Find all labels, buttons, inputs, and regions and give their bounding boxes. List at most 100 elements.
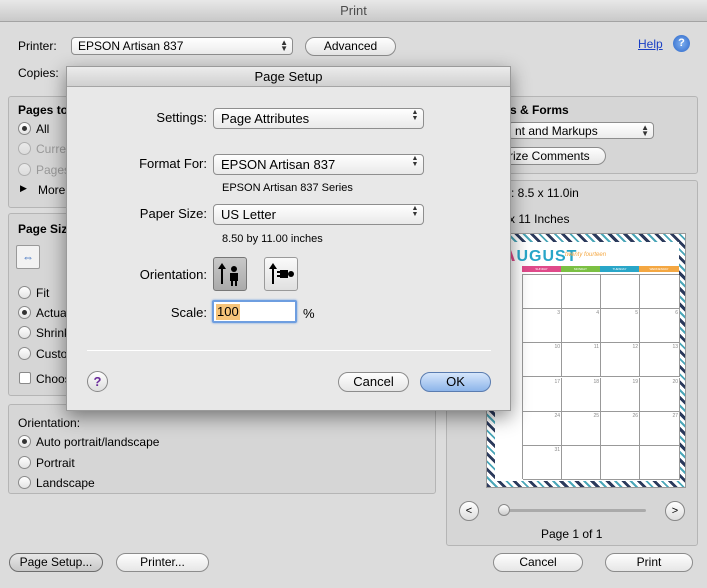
printer-label: Printer: (18, 39, 57, 53)
calendar-cell: 10 (523, 343, 562, 378)
calendar-cell: 12 (601, 343, 640, 378)
auto-orientation-label: Auto portrait/landscape (36, 435, 160, 449)
disclosure-triangle-icon[interactable]: ▶ (20, 183, 27, 194)
prev-page-button[interactable]: < (459, 501, 479, 521)
paper-size-description: 8.50 by 11.00 inches (222, 233, 323, 245)
portrait-icon (218, 263, 238, 286)
window-title: Print (0, 0, 707, 22)
pages-label: Pages (36, 163, 71, 177)
advanced-button[interactable]: Advanced (305, 37, 396, 56)
landscape-orientation-button[interactable] (264, 257, 298, 291)
more-label[interactable]: More (38, 183, 65, 197)
scale-label: Scale: (170, 305, 207, 320)
page-preview: AUGUST twenty fourteen SUNDAY MONDAY TUE… (486, 233, 686, 488)
radio-all[interactable] (18, 122, 31, 135)
choose-checkbox[interactable] (19, 372, 31, 384)
calendar-cell: 25 (562, 411, 601, 446)
current-label: Curre (36, 142, 67, 156)
day-header-2: TUESDAY (600, 266, 639, 272)
day-header-1: MONDAY (561, 266, 600, 272)
printer-value: EPSON Artisan 837 (78, 39, 184, 53)
preview-size-label: : 8.5 x 11.0in (511, 186, 579, 200)
scale-unit: % (303, 306, 315, 321)
help-button[interactable]: ? (87, 371, 108, 392)
portrait-orientation-button[interactable] (213, 257, 247, 291)
all-label: All (36, 122, 50, 136)
day-header-3: WEDNESDAY (639, 266, 679, 272)
calendar-cell: 3 (523, 309, 562, 344)
help-link[interactable]: Help (638, 37, 663, 51)
cancel-button[interactable]: Cancel (493, 553, 583, 572)
radio-current[interactable] (18, 142, 31, 155)
calendar-cell: 31 (523, 445, 562, 480)
page-setup-button[interactable]: Page Setup... (9, 553, 103, 572)
calendar-cell: 20 (640, 377, 680, 412)
radio-pages[interactable] (18, 163, 31, 176)
calendar-year: twenty fourteen (565, 252, 607, 258)
ok-button[interactable]: OK (420, 372, 491, 392)
portrait-label: Portrait (36, 456, 75, 470)
settings-popup[interactable]: Page Attributes ▲ ▼ (213, 108, 424, 129)
next-page-button[interactable]: > (665, 501, 685, 521)
scale-input[interactable]: 100 (212, 300, 297, 323)
scale-value: 100 (216, 304, 240, 320)
comments-label: s & Forms (510, 103, 569, 117)
calendar-cell: 18 (562, 377, 601, 412)
popup-arrows-icon: ▲ ▼ (280, 38, 288, 53)
calendar-cell (562, 445, 601, 480)
radio-landscape[interactable] (18, 476, 31, 489)
radio-portrait[interactable] (18, 456, 31, 469)
format-for-popup[interactable]: EPSON Artisan 837 ▲ ▼ (213, 154, 424, 175)
orientation-sheet-label: Orientation: (139, 267, 207, 282)
printer-button[interactable]: Printer... (116, 553, 209, 572)
calendar-cell: 17 (523, 377, 562, 412)
calendar-cell: 26 (601, 411, 640, 446)
popup-arrows-icon: ▲ ▼ (411, 155, 419, 168)
copies-label: Copies: (18, 66, 59, 80)
comments-popup-value: nt and Markups (515, 124, 598, 138)
calendar-cell: 5 (601, 309, 640, 344)
calendar-cell: 27 (640, 411, 680, 446)
day-header-0: SUNDAY (522, 266, 561, 272)
calendar-cell (640, 445, 680, 480)
landscape-icon (269, 263, 294, 284)
calendar: AUGUST twenty fourteen SUNDAY MONDAY TUE… (495, 242, 680, 481)
calendar-cell: 4 (562, 309, 601, 344)
help-icon[interactable]: ? (673, 35, 690, 52)
settings-label: Settings: (156, 110, 207, 125)
landscape-label: Landscape (36, 476, 95, 490)
summarize-comments-button[interactable]: rize Comments (498, 147, 606, 165)
comments-popup[interactable]: nt and Markups ▲ ▼ (508, 122, 654, 139)
sheet-cancel-button[interactable]: Cancel (338, 372, 409, 392)
popup-arrows-icon: ▲ ▼ (411, 109, 419, 122)
radio-fit[interactable] (18, 286, 31, 299)
radio-auto-orientation[interactable] (18, 435, 31, 448)
sheet-title: Page Setup (67, 67, 510, 87)
radio-custom[interactable] (18, 347, 31, 360)
radio-actual[interactable] (18, 306, 31, 319)
pages-to-label: Pages to (18, 103, 69, 117)
page-slider-track[interactable] (500, 509, 646, 512)
printer-popup[interactable]: EPSON Artisan 837 ▲ ▼ (71, 37, 293, 55)
calendar-cell: 11 (562, 343, 601, 378)
calendar-cell: 6 (640, 309, 680, 344)
radio-shrink[interactable] (18, 326, 31, 339)
page-slider-thumb[interactable] (498, 504, 510, 516)
popup-arrows-icon: ▲ ▼ (641, 123, 649, 138)
actual-label: Actua (36, 306, 67, 320)
shrink-label: Shrink (36, 326, 71, 340)
calendar-cell (601, 275, 640, 310)
page-size-icon[interactable]: ⇔ (16, 245, 40, 269)
separator (87, 350, 491, 351)
popup-arrows-icon: ▲ ▼ (411, 205, 419, 218)
calendar-cell: 13 (640, 343, 680, 378)
page-count-label: Page 1 of 1 (541, 527, 603, 541)
calendar-cell (640, 275, 680, 310)
orientation-label: Orientation: (18, 416, 81, 430)
page-setup-sheet: Page Setup Settings: Page Attributes ▲ ▼ … (66, 66, 511, 411)
paper-size-popup[interactable]: US Letter ▲ ▼ (213, 204, 424, 225)
paper-size-label: Paper Size: (139, 206, 207, 221)
preview-size-label-2: x 11 Inches (509, 212, 570, 226)
calendar-cell: 19 (601, 377, 640, 412)
print-button[interactable]: Print (605, 553, 693, 572)
